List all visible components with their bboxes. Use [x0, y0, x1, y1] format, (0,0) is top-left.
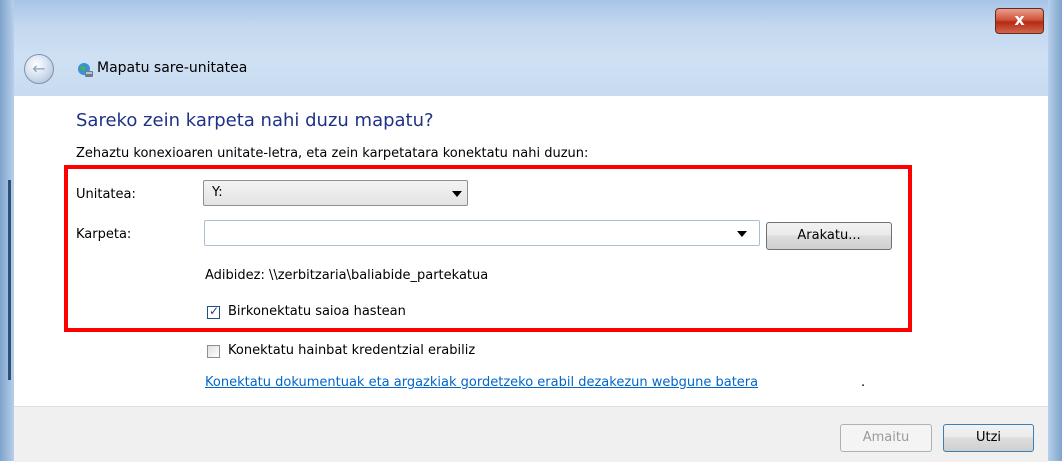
window-frame-shadow — [8, 180, 11, 380]
back-arrow-icon: ← — [32, 59, 46, 78]
close-button[interactable]: x — [995, 8, 1044, 34]
close-icon: x — [1014, 10, 1025, 29]
credentials-label[interactable]: Konektatu hainbat kredentzial erabiliz — [228, 343, 475, 358]
page-subtitle: Zehaztu konexioaren unitate-letra, eta z… — [76, 146, 589, 161]
cancel-button[interactable]: Utzi — [943, 424, 1034, 452]
website-connect-link[interactable]: Konektatu dokumentuak eta argazkiak gord… — [205, 375, 758, 390]
link-suffix: . — [861, 375, 866, 390]
finish-button[interactable]: Amaitu — [840, 424, 932, 452]
title-bar — [0, 0, 1062, 96]
highlight-annotation-box — [64, 165, 912, 332]
page-heading: Sareko zein karpeta nahi duzu mapatu? — [76, 110, 434, 131]
map-network-drive-dialog: x ← Mapatu sare-unitatea Sareko zein kar… — [0, 0, 1062, 462]
credentials-checkbox[interactable] — [207, 345, 220, 358]
network-drive-icon — [78, 63, 93, 77]
window-frame-right — [1048, 0, 1062, 461]
window-frame-left — [0, 0, 14, 461]
back-button[interactable]: ← — [24, 54, 54, 84]
window-title: Mapatu sare-unitatea — [97, 60, 248, 76]
